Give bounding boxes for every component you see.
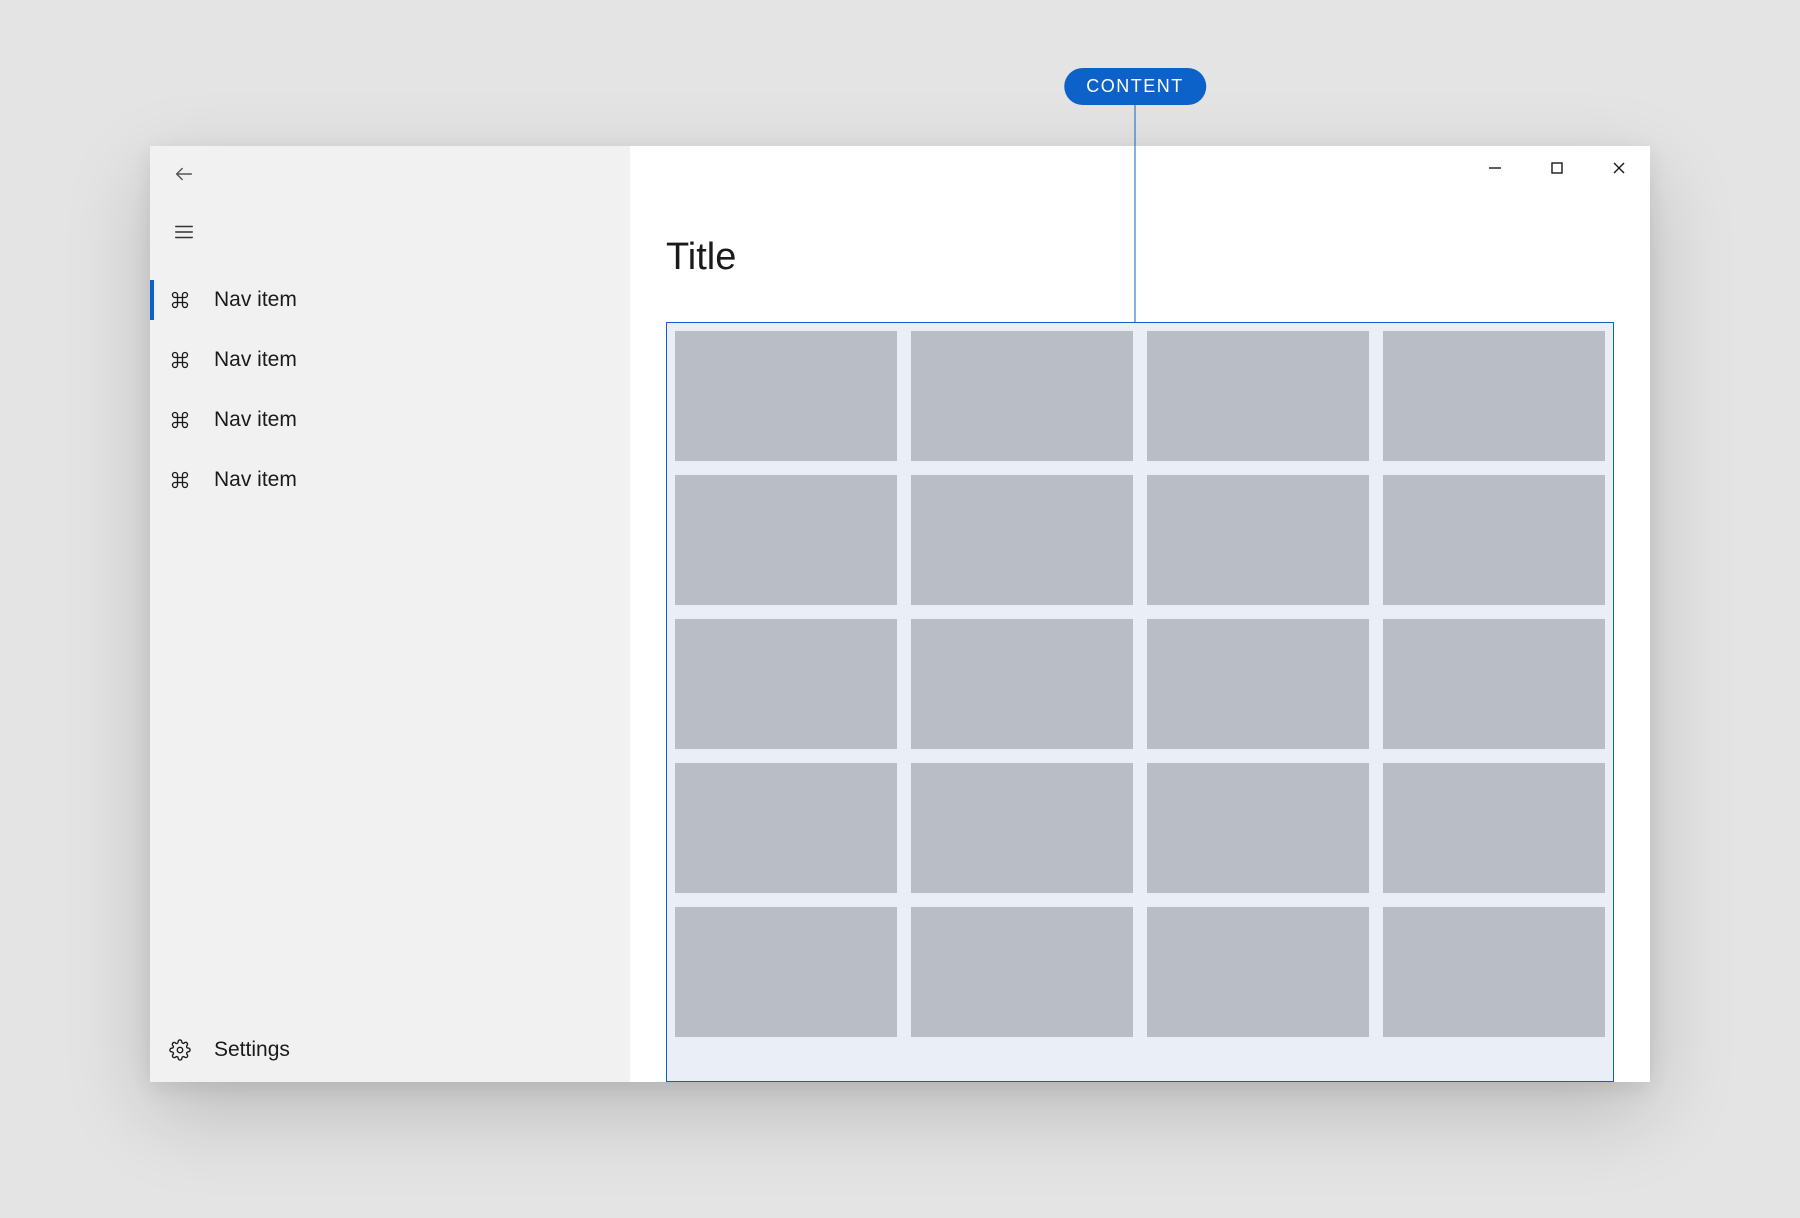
nav-item-label: Nav item — [214, 408, 297, 432]
command-icon — [168, 288, 192, 312]
close-button[interactable] — [1588, 146, 1650, 194]
minimize-icon — [1488, 161, 1502, 180]
grid-tile[interactable] — [911, 619, 1133, 749]
close-icon — [1612, 161, 1626, 180]
sidebar: Nav item Nav item Nav item Nav item — [150, 146, 630, 1082]
grid-tile[interactable] — [1383, 331, 1605, 461]
grid-tile[interactable] — [911, 331, 1133, 461]
gear-icon — [168, 1038, 192, 1062]
nav-item-label: Nav item — [214, 288, 297, 312]
grid-tile[interactable] — [675, 331, 897, 461]
callout-pill: CONTENT — [1064, 68, 1206, 105]
grid-tile[interactable] — [1383, 763, 1605, 893]
hamburger-icon — [173, 221, 195, 248]
sidebar-topbar — [150, 146, 630, 206]
back-arrow-icon — [173, 163, 195, 190]
grid-tile[interactable] — [1147, 619, 1369, 749]
content-outline — [666, 322, 1614, 1082]
grid-tile[interactable] — [1147, 907, 1369, 1037]
nav-item-2[interactable]: Nav item — [150, 390, 630, 450]
grid-tile[interactable] — [1147, 331, 1369, 461]
grid-tile[interactable] — [675, 619, 897, 749]
grid-tile[interactable] — [1383, 619, 1605, 749]
callout-label: CONTENT — [1086, 76, 1184, 96]
maximize-button[interactable] — [1526, 146, 1588, 194]
callout-connector — [1135, 105, 1136, 323]
nav-item-0[interactable]: Nav item — [150, 270, 630, 330]
grid-tile[interactable] — [911, 907, 1133, 1037]
command-icon — [168, 468, 192, 492]
grid-tile[interactable] — [1383, 475, 1605, 605]
content-grid — [667, 323, 1613, 1045]
back-button[interactable] — [164, 156, 204, 196]
hamburger-row — [150, 206, 630, 262]
nav-list: Nav item Nav item Nav item Nav item — [150, 270, 630, 510]
grid-tile[interactable] — [911, 763, 1133, 893]
content-pane: Title — [630, 146, 1650, 1082]
window-controls — [1464, 146, 1650, 194]
settings-label: Settings — [214, 1038, 290, 1062]
settings-item[interactable]: Settings — [150, 1018, 630, 1082]
hamburger-button[interactable] — [164, 214, 204, 254]
grid-tile[interactable] — [675, 475, 897, 605]
command-icon — [168, 348, 192, 372]
minimize-button[interactable] — [1464, 146, 1526, 194]
nav-item-1[interactable]: Nav item — [150, 330, 630, 390]
grid-tile[interactable] — [675, 763, 897, 893]
app-window: Nav item Nav item Nav item Nav item — [150, 146, 1650, 1082]
grid-tile[interactable] — [675, 907, 897, 1037]
command-icon — [168, 408, 192, 432]
sidebar-spacer — [150, 510, 630, 1018]
grid-tile[interactable] — [1383, 907, 1605, 1037]
nav-item-3[interactable]: Nav item — [150, 450, 630, 510]
grid-tile[interactable] — [911, 475, 1133, 605]
page-title: Title — [666, 236, 736, 279]
nav-item-label: Nav item — [214, 468, 297, 492]
nav-item-label: Nav item — [214, 348, 297, 372]
grid-tile[interactable] — [1147, 475, 1369, 605]
maximize-icon — [1550, 161, 1564, 180]
grid-tile[interactable] — [1147, 763, 1369, 893]
